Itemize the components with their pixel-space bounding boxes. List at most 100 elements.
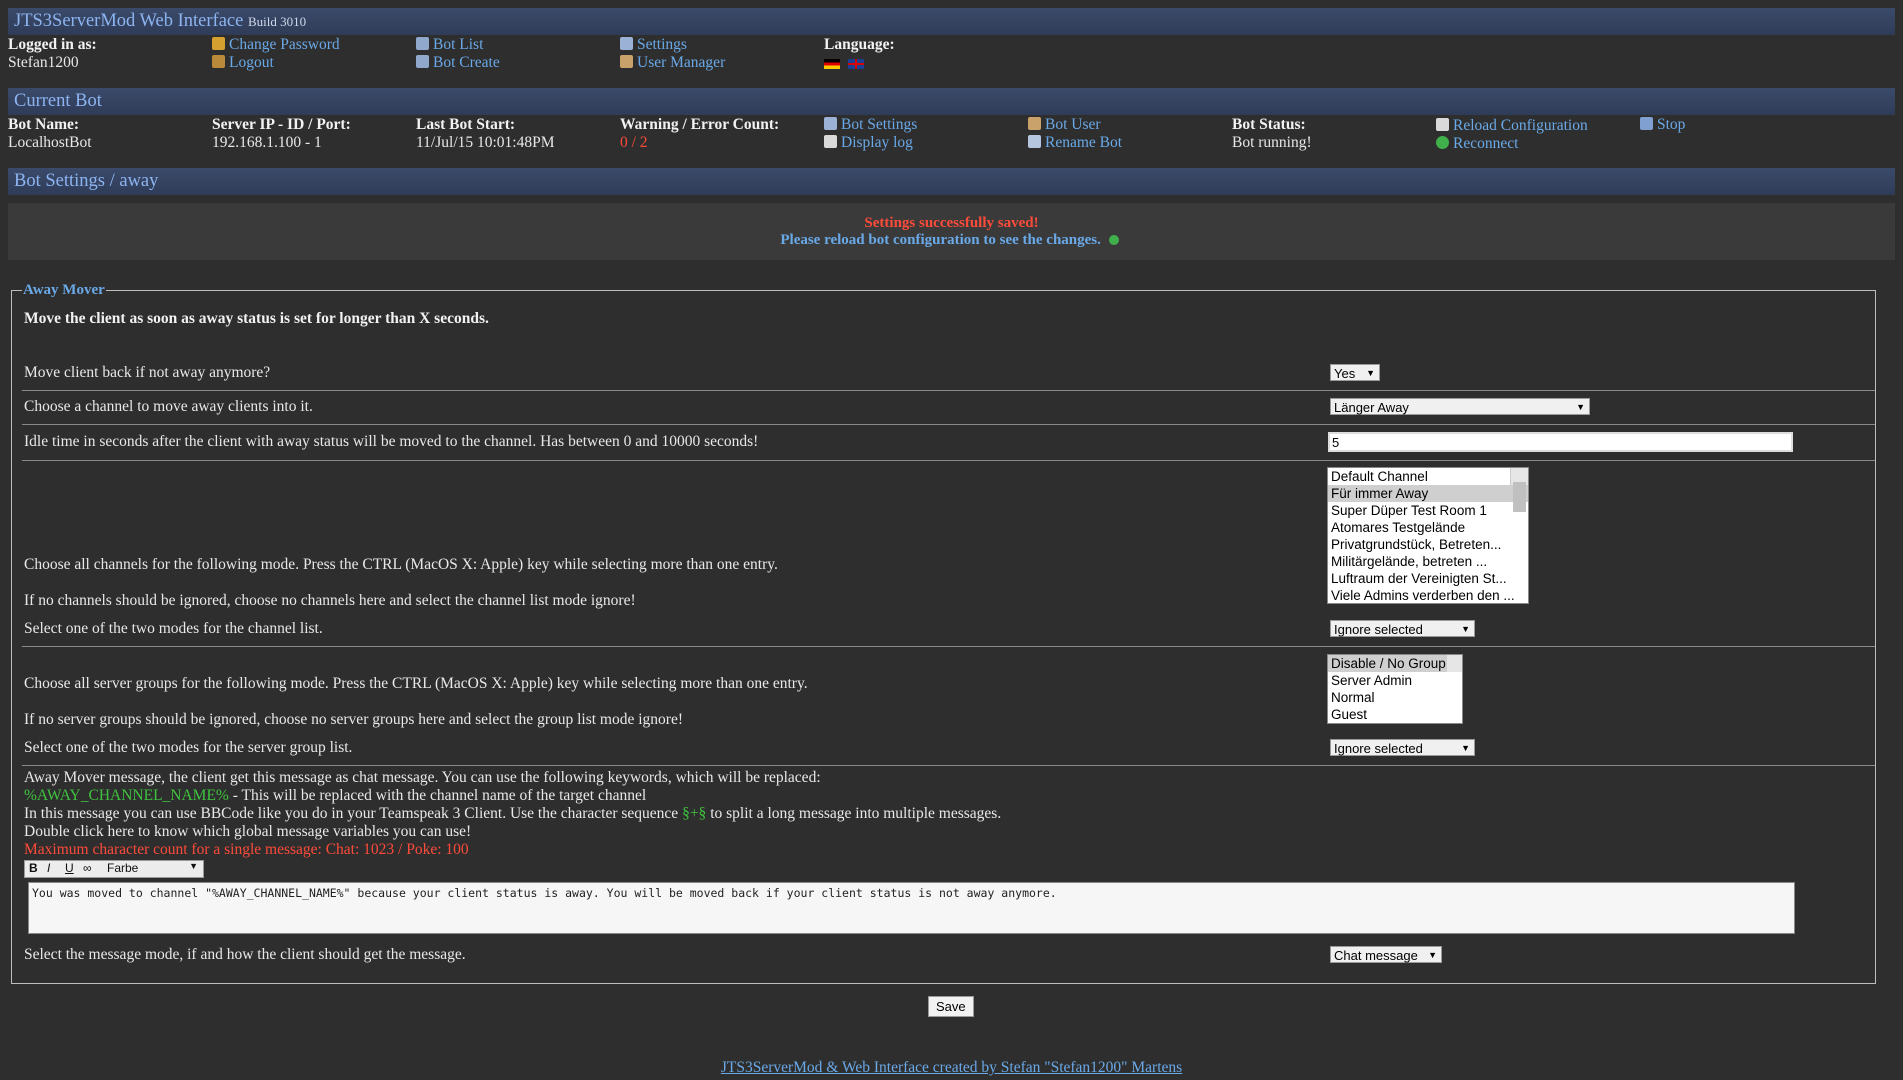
last-start-label: Last Bot Start: (416, 116, 516, 133)
scroll-thumb[interactable] (1513, 482, 1526, 512)
save-button[interactable]: Save (928, 996, 974, 1017)
divider (22, 424, 1875, 425)
channel-mode-select[interactable]: Ignore selected ▼ (1330, 620, 1475, 637)
reload-config-link[interactable]: Reload Configuration (1436, 117, 1588, 135)
color-select-label: Farbe (107, 861, 139, 875)
app-title: JTS3ServerMod Web Interface (14, 11, 244, 31)
channels-help-2: If no channels should be ignored, choose… (24, 592, 636, 609)
reload-message[interactable]: Please reload bot configuration to see t… (8, 232, 1895, 249)
channel-option[interactable]: Default Channel (1328, 468, 1528, 485)
chevron-down-icon: ▼ (1461, 624, 1470, 634)
german-flag-icon[interactable] (824, 59, 840, 69)
channel-scrollbar[interactable] (1510, 468, 1528, 512)
channel-option[interactable]: Militärgelände, betreten ... (1328, 553, 1528, 570)
bot-list-link[interactable]: Bot List (416, 36, 483, 54)
bot-status-value: Bot running! (1232, 134, 1312, 151)
group-mode-select[interactable]: Ignore selected ▼ (1330, 739, 1475, 756)
move-back-select[interactable]: Yes ▼ (1330, 364, 1380, 381)
channel-select[interactable]: Länger Away ▼ (1330, 398, 1590, 415)
bot-list-label: Bot List (433, 36, 484, 53)
warning-count: 0 / 2 (620, 134, 648, 151)
rename-bot-link[interactable]: Rename Bot (1028, 134, 1122, 152)
group-option[interactable]: Server Admin (1328, 672, 1462, 689)
group-option[interactable]: Disable / No Group (1328, 655, 1462, 672)
max-chars-notice: Maximum character count for a single mes… (24, 841, 469, 858)
settings-label: Settings (637, 36, 687, 53)
italic-icon[interactable]: I (47, 861, 50, 875)
wrench-icon (824, 117, 837, 130)
idle-label: Idle time in seconds after the client wi… (24, 433, 759, 450)
group-option[interactable]: Guest (1328, 706, 1462, 723)
group-option[interactable]: Normal (1328, 689, 1462, 706)
logout-link[interactable]: Logout (212, 54, 274, 72)
settings-link[interactable]: Settings (620, 36, 687, 54)
server-group-listbox[interactable]: Disable / No Group Server Admin Normal G… (1327, 654, 1463, 724)
user-manager-label: User Manager (637, 54, 726, 71)
message-help-line2: %AWAY_CHANNEL_NAME% - This will be repla… (24, 787, 1001, 805)
group-mode-value: Ignore selected (1334, 741, 1423, 756)
user-icon (620, 55, 633, 68)
bot-user-label: Bot User (1045, 116, 1101, 133)
idle-time-input[interactable] (1328, 432, 1793, 452)
channel-option[interactable]: Viele Admins verderben den ... (1328, 587, 1528, 603)
move-back-label: Move client back if not away anymore? (24, 364, 271, 381)
logout-icon (212, 55, 225, 68)
move-back-value: Yes (1334, 366, 1356, 381)
save-notice: Settings successfully saved! Please relo… (8, 203, 1895, 260)
key-icon (212, 37, 225, 50)
group-mode-label: Select one of the two modes for the serv… (24, 739, 353, 756)
bot-name-label: Bot Name: (8, 116, 80, 133)
channel-option[interactable]: Luftraum der Vereinigten St... (1328, 570, 1528, 587)
channel-option[interactable]: Privatgrundstück, Betreten... (1328, 536, 1528, 553)
bot-status-label: Bot Status: (1232, 116, 1306, 133)
bbcode-text: In this message you can use BBCode like … (24, 805, 683, 822)
saved-message: Settings successfully saved! (864, 215, 1039, 231)
split-text: to split a long message into multiple me… (706, 805, 1002, 822)
server-value: 192.168.1.100 - 1 (212, 134, 322, 151)
link-icon[interactable]: ∞ (83, 861, 92, 875)
log-icon (824, 135, 837, 148)
underline-icon[interactable]: U (65, 861, 74, 875)
message-help: Away Mover message, the client get this … (24, 769, 1001, 859)
color-select[interactable]: Farbe (107, 861, 138, 875)
bold-icon[interactable]: B (29, 861, 38, 875)
bot-create-label: Bot Create (433, 54, 500, 71)
split-sequence: §+§ (682, 805, 707, 822)
bot-create-link[interactable]: Bot Create (416, 54, 500, 72)
footer-credit-link[interactable]: JTS3ServerMod & Web Interface created by… (0, 1059, 1903, 1077)
away-description: Move the client as soon as away status i… (24, 310, 489, 327)
message-mode-select[interactable]: Chat message ▼ (1330, 946, 1442, 963)
channel-label: Choose a channel to move away clients in… (24, 398, 313, 415)
channel-listbox[interactable]: Default Channel Für immer Away Super Düp… (1327, 467, 1529, 604)
reconnect-link[interactable]: Reconnect (1436, 135, 1518, 153)
channel-option[interactable]: Super Düper Test Room 1 (1328, 502, 1528, 519)
reload-icon[interactable] (1108, 235, 1119, 245)
english-flag-icon[interactable] (847, 59, 864, 69)
away-message-textarea[interactable]: You was moved to channel "%AWAY_CHANNEL_… (28, 882, 1795, 934)
language-label: Language: (824, 36, 895, 53)
group-scrollbar[interactable] (1446, 655, 1462, 672)
user-manager-link[interactable]: User Manager (620, 54, 725, 72)
bbcode-toolbar: B I U ∞ Farbe ▼ (24, 860, 204, 878)
channel-option[interactable]: Für immer Away (1328, 485, 1528, 502)
bot-settings-link[interactable]: Bot Settings (824, 116, 917, 134)
change-password-link[interactable]: Change Password (212, 36, 340, 54)
wrench-icon (620, 37, 633, 50)
divider (22, 765, 1875, 766)
rename-bot-label: Rename Bot (1045, 134, 1123, 151)
chevron-down-icon: ▼ (1461, 743, 1470, 753)
reload-message-text: Please reload bot configuration to see t… (780, 232, 1101, 248)
chevron-down-icon: ▼ (1366, 368, 1375, 378)
user-icon (1028, 117, 1041, 130)
display-log-label: Display log (841, 134, 913, 151)
keyword-description: - This will be replaced with the channel… (228, 787, 647, 804)
build-label: Build 3010 (247, 14, 307, 29)
plug-icon (1640, 117, 1653, 130)
message-help-line4[interactable]: Double click here to know which global m… (24, 823, 1001, 841)
channels-help-1: Choose all channels for the following mo… (24, 556, 778, 573)
display-log-link[interactable]: Display log (824, 134, 913, 152)
stop-link[interactable]: Stop (1640, 116, 1685, 134)
channel-option[interactable]: Atomares Testgelände (1328, 519, 1528, 536)
bot-user-link[interactable]: Bot User (1028, 116, 1101, 134)
logged-in-user: Stefan1200 (8, 54, 79, 71)
